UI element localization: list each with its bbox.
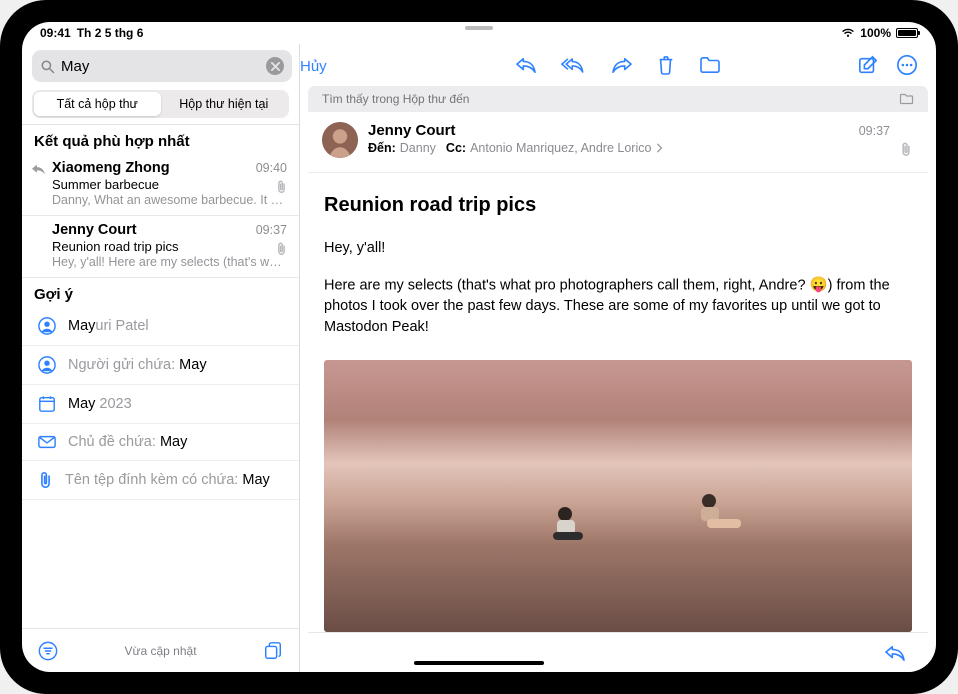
sidebar: Hủy Tất cả hộp thư Hộp thư hiện tại Kết … [22,44,300,672]
x-icon [271,62,280,71]
wifi-icon [841,28,855,38]
mail-body: Reunion road trip pics Hey, y'all! Here … [308,173,928,632]
more-icon[interactable] [896,54,918,76]
mail-paragraph: Hey, y'all! [324,238,912,259]
suggestion-text: May [179,357,206,373]
result-preview: Danny, What an awesome barbecue. It was … [52,193,287,207]
move-folder-icon[interactable] [699,56,721,74]
result-time: 09:40 [256,161,287,175]
suggestion-text: uri Patel [95,318,148,334]
found-in-bar: Tìm thấy trong Hộp thư đến [308,86,928,112]
result-subject: Reunion road trip pics [52,239,287,254]
suggestion-text: 2023 [99,396,131,412]
avatar[interactable] [322,122,358,158]
tongue-emoji: 😛 [810,275,828,296]
suggestion-person[interactable]: Mayuri Patel [22,307,299,346]
search-input[interactable] [61,58,260,75]
result-item[interactable]: Jenny Court09:37 Reunion road trip pics … [22,216,299,278]
person-icon [38,317,56,335]
mail-header: Jenny Court 09:37 Đến: Danny Cc: Antonio… [308,112,928,173]
folder-icon[interactable] [899,93,914,105]
toolbar [300,44,936,86]
result-item[interactable]: Xiaomeng Zhong09:40 Summer barbecue Dann… [22,154,299,216]
cc-label: Cc: [446,141,466,155]
reply-icon[interactable] [515,56,537,74]
chevron-right-icon [655,143,663,153]
reply-all-icon[interactable] [561,56,587,74]
suggestion-attachment[interactable]: Tên tệp đính kèm có chứa: May [22,461,299,500]
mail-subject: Reunion road trip pics [324,191,912,220]
calendar-icon [38,395,56,413]
suggestion-text: Chủ đề chứa: [68,434,160,450]
scope-segment[interactable]: Tất cả hộp thư Hộp thư hiện tại [32,90,289,118]
mail-paragraph: Here are my selects (that's what pro pho… [324,275,912,338]
attachment-icon [276,242,287,256]
attachment-icon [900,142,912,157]
compose-icon[interactable] [858,55,878,75]
seg-current-mailbox[interactable]: Hộp thư hiện tại [161,92,288,116]
suggestion-text: Tên tệp đính kèm có chứa: [65,472,242,488]
mail-pane: Tìm thấy trong Hộp thư đến Jenny Court 0… [300,44,936,672]
best-results-header: Kết quả phù hợp nhất [22,124,299,154]
clear-search-button[interactable] [266,57,284,75]
result-from: Jenny Court [52,222,256,238]
trash-icon[interactable] [657,54,675,76]
mail-recipients[interactable]: Đến: Danny Cc: Antonio Manriquez, Andre … [368,141,890,155]
person-icon [38,356,56,374]
suggestion-text: May [68,396,99,412]
found-in-label: Tìm thấy trong Hộp thư đến [322,92,469,106]
suggestion-text: May [160,434,187,450]
suggestion-text: May [68,318,95,334]
result-preview: Hey, y'all! Here are my selects (that's … [52,255,287,269]
updated-label: Vừa cập nhật [22,644,299,658]
home-indicator[interactable] [414,661,544,665]
envelope-icon [38,435,56,449]
photo-attachment[interactable] [324,360,912,632]
suggestions-header: Gợi ý [22,278,299,307]
mail-from[interactable]: Jenny Court [368,122,456,139]
mail-time: 09:37 [859,124,890,138]
battery-pct: 100% [860,26,891,40]
bottom-bar [308,632,928,672]
status-date: Th 2 5 thg 6 [77,26,144,40]
seg-all-mailboxes[interactable]: Tất cả hộp thư [34,92,161,116]
reply-icon [32,164,45,175]
result-subject: Summer barbecue [52,177,287,192]
suggestion-text: Người gửi chứa: [68,357,179,373]
suggestion-date[interactable]: May 2023 [22,385,299,424]
suggestion-sender[interactable]: Người gửi chứa: May [22,346,299,385]
cc-value: Antonio Manriquez, Andre Lorico [470,141,651,155]
result-time: 09:37 [256,223,287,237]
attachment-icon [276,180,287,194]
paperclip-icon [38,471,53,489]
suggestion-text: May [242,472,269,488]
search-box[interactable] [32,50,292,82]
result-from: Xiaomeng Zhong [52,160,256,176]
status-bar: 09:41 Th 2 5 thg 6 100% [22,22,936,44]
search-icon [40,59,55,74]
forward-icon[interactable] [611,56,633,74]
to-value: Danny [400,141,436,155]
suggestion-subject[interactable]: Chủ đề chứa: May [22,424,299,461]
status-time: 09:41 [40,26,71,40]
battery-icon [896,28,918,38]
to-label: Đến: [368,141,396,155]
reply-icon[interactable] [884,644,906,662]
